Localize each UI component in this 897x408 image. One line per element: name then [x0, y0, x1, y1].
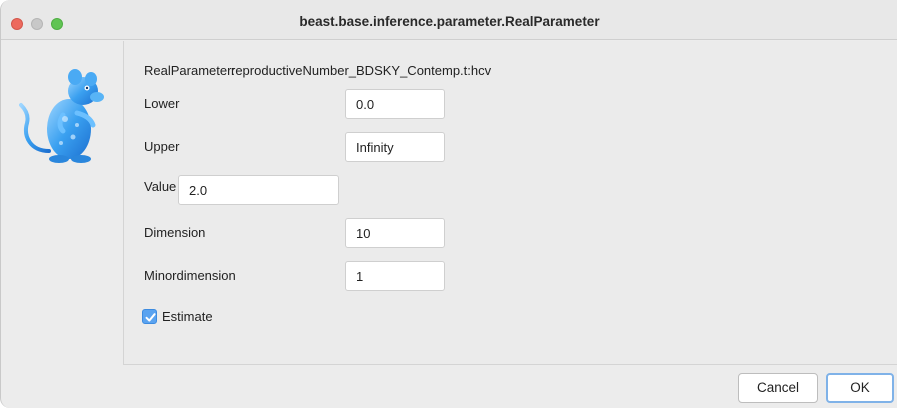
minordimension-label: Minordimension — [144, 268, 236, 283]
dimension-label: Dimension — [144, 225, 206, 240]
dialog-window: beast.base.inference.parameter.RealParam… — [0, 0, 897, 408]
value-label: Value — [144, 179, 177, 194]
beast-rat-logo-icon — [19, 69, 104, 163]
title-bar: beast.base.inference.parameter.RealParam… — [1, 0, 897, 40]
estimate-checkbox[interactable] — [142, 309, 157, 324]
lower-input[interactable] — [345, 89, 445, 119]
value-input[interactable] — [178, 175, 339, 205]
minordimension-input[interactable] — [345, 261, 445, 291]
checkmark-icon — [145, 313, 156, 322]
dimension-input[interactable] — [345, 218, 445, 248]
parameter-header-value: reproductiveNumber_BDSKY_Contemp.t:hcv — [231, 63, 492, 78]
upper-input[interactable] — [345, 132, 445, 162]
parameter-header-label: RealParameter: — [144, 63, 236, 78]
lower-label: Lower — [144, 96, 180, 111]
window-title: beast.base.inference.parameter.RealParam… — [299, 14, 600, 29]
parameter-form-panel: RealParameter: reproductiveNumber_BDSKY_… — [123, 41, 897, 365]
sidebar — [1, 41, 123, 365]
cancel-button[interactable]: Cancel — [738, 373, 818, 403]
estimate-label: Estimate — [162, 309, 213, 324]
ok-button[interactable]: OK — [826, 373, 894, 403]
upper-label: Upper — [144, 139, 180, 154]
